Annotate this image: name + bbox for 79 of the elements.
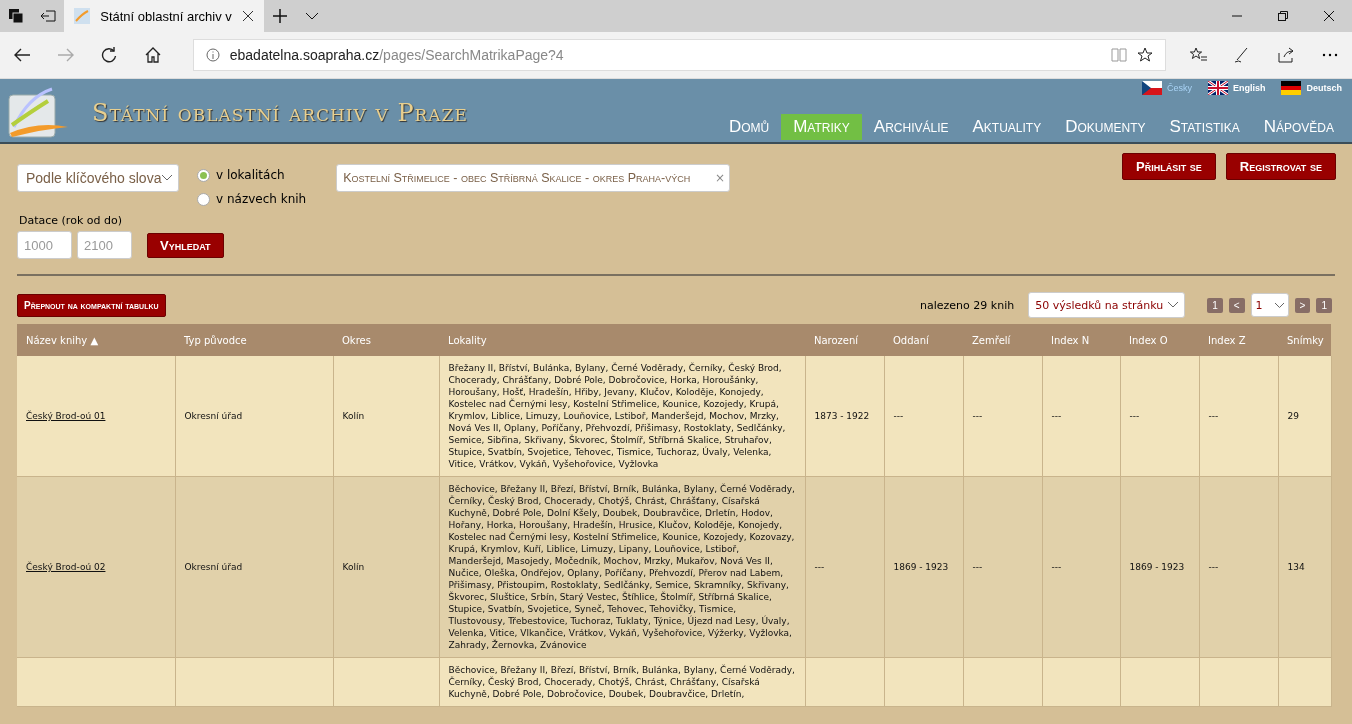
last-page-button[interactable]: 1: [1316, 297, 1332, 313]
table-cell: Běchovice, Břežany II, Březí, Bříství, Brník, Bulánka, Bylany, Černé Voděrady, Černíky, Český Brod, Chocerady, Chotýš, Chrást, Chrášťany, Císařská Kuchyně, Dobré Pole, Dobročovice, Doubek, Doubravčice, Drletín,: [448, 665, 795, 699]
scope-radio[interactable]: v názvech knih: [197, 192, 307, 206]
column-header[interactable]: Index Z: [1199, 324, 1278, 356]
table-cell: ---: [1129, 411, 1140, 421]
nav-item[interactable]: Statistika: [1157, 114, 1252, 140]
table-cell: ---: [1208, 411, 1219, 421]
table-cell: Kolín: [342, 411, 365, 421]
first-page-button[interactable]: 1: [1207, 297, 1223, 313]
nav-item[interactable]: Dokumenty: [1053, 114, 1158, 140]
browser-tab[interactable]: Státní oblastní archiv v: [64, 0, 264, 32]
compact-table-button[interactable]: Přepnout na kompaktní tabulku: [17, 293, 166, 317]
favorite-star-icon[interactable]: [1137, 47, 1153, 63]
flag-icon: [1141, 81, 1162, 95]
table-cell: Okresní úřad: [184, 411, 243, 421]
clear-icon[interactable]: ×: [715, 171, 726, 185]
radio-icon[interactable]: [197, 168, 210, 182]
table-cell: ---: [972, 411, 983, 421]
flag-icon: [1207, 81, 1228, 95]
radio-icon[interactable]: [197, 192, 210, 206]
language-link[interactable]: English: [1207, 81, 1266, 95]
table-cell: ---: [1208, 562, 1219, 572]
table-cell: 134: [1287, 562, 1305, 572]
nav-item[interactable]: Domů: [716, 114, 782, 140]
column-header[interactable]: Lokality: [439, 324, 805, 356]
info-icon[interactable]: [205, 48, 220, 62]
year-to-field[interactable]: 2100: [77, 231, 132, 259]
search-button[interactable]: Vyhledat: [147, 232, 224, 258]
column-header[interactable]: Snímky: [1278, 324, 1331, 356]
table-cell: ---: [1051, 562, 1062, 572]
table-cell: Okresní úřad: [184, 562, 243, 572]
next-page-button[interactable]: >: [1294, 297, 1311, 313]
column-header[interactable]: Index N: [1042, 324, 1120, 356]
nav-item[interactable]: Nápověda: [1251, 114, 1346, 140]
flag-icon: [1281, 81, 1302, 95]
nav-item[interactable]: Aktuality: [960, 114, 1054, 140]
column-header[interactable]: Název knihy ▲: [17, 324, 175, 356]
language-link[interactable]: Česky: [1141, 81, 1192, 95]
close-icon[interactable]: [242, 10, 254, 22]
chevron-down-icon: [162, 175, 172, 181]
table-cell: 29: [1287, 411, 1299, 421]
reading-view-icon[interactable]: [1111, 48, 1127, 62]
scope-radio[interactable]: v lokalitách: [197, 168, 307, 182]
register-button[interactable]: Registrovat se: [1225, 153, 1336, 180]
search-field[interactable]: Kostelní Střimelice - obec Stříbrná Skalice - okres Praha-vých ×: [336, 164, 731, 192]
chevron-down-icon: [1168, 302, 1179, 308]
previous-page-button[interactable]: <: [1228, 297, 1245, 313]
language-link[interactable]: Deutsch: [1281, 81, 1342, 95]
table-cell: Kolín: [342, 562, 365, 572]
table-cell: ---: [1051, 411, 1062, 421]
table-cell: ---: [814, 562, 825, 572]
year-from-field[interactable]: 1000: [17, 231, 72, 259]
table-cell: 1873 - 1922: [814, 411, 870, 421]
date-range-label: Datace (rok od do): [19, 214, 123, 227]
table-cell: 1869 - 1923: [1129, 562, 1185, 572]
column-header[interactable]: Index O: [1120, 324, 1199, 356]
page-size-dropdown[interactable]: 50 výsledků na stránku: [1028, 292, 1186, 318]
nav-item[interactable]: Matriky: [781, 114, 862, 140]
login-button[interactable]: Přihlásit se: [1122, 153, 1216, 180]
column-header[interactable]: Zemřelí: [963, 324, 1042, 356]
address-bar[interactable]: ebadatelna.soapraha.cz/pages/SearchMatrikaPage?4: [192, 39, 1166, 71]
search-mode-dropdown[interactable]: Podle klíčového slova: [17, 164, 179, 192]
table-cell: 1869 - 1923: [893, 562, 949, 572]
site-favicon-icon: [74, 8, 90, 24]
site-title: Státní oblastní archiv v Praze: [92, 99, 468, 129]
table-cell: ---: [893, 411, 904, 421]
page-dropdown[interactable]: 1: [1250, 293, 1289, 317]
table-cell: Břežany II, Bříství, Bulánka, Bylany, Černé Voděrady, Černíky, Český Brod, Chocerady, Chrášťany, Dobré Pole, Dobročovice, Horka, Horoušánky, Horoušany, Hošť, Hradešín, Hřiby, Jevany, Klučov, Koloděje, Konojedy, Kostelec nad Černými lesy, Kostelní Střimelice, Kounice, Kozojedy, Krupá, Krymlov, Liblice, Limuzy, Louňovice, Lstiboř, Manderšejd, Mochov, Mrzky, Nová Ves II, Oplany, Poříčany, Přehvozdí, Přišimasy, Rostoklaty, Sedlčánky, Semice, Sibřina, Skřivany, Škvorec, Štolmíř, Stříbrná Skalice, Struhařov, Stupice, Svatbín, Svojetice, Tehovec, Tismice, Tuchoraz, Úvaly, Velenka, Vitice, Vrátkov, Vykáň, Vyšehořovice, Vyžlovka: [448, 363, 786, 469]
book-link[interactable]: Český Brod-oú 02: [26, 562, 106, 572]
column-header[interactable]: Oddaní: [884, 324, 963, 356]
book-link[interactable]: Český Brod-oú 01: [26, 411, 106, 421]
chevron-down-icon: [1274, 302, 1284, 308]
nav-item[interactable]: Archiválie: [861, 114, 961, 140]
results-count: nalezeno 29 knih: [920, 298, 1015, 312]
column-header[interactable]: Narození: [805, 324, 884, 356]
table-cell: ---: [972, 562, 983, 572]
column-header[interactable]: Typ původce: [175, 324, 333, 356]
column-header[interactable]: Okres: [333, 324, 439, 356]
table-cell: Běchovice, Břežany II, Březí, Bříství, Brník, Bulánka, Bylany, Černé Voděrady, Černíky, Český Brod, Chocerady, Chotýš, Chrást, Chrášťany, Císařská Kuchyně, Dobré Pole, Dolní Kšely, Doubek, Doubravčice, Drletín, Hodov, Hořany, Horka, Horoušany, Hradešín, Hrusice, Klučov, Koloděje, Konojedy, Kostelec nad Černými lesy, Kostelní Střimelice, Kounice, Kozojedy, Kozovazy, Krupá, Krymlov, Kuří, Liblice, Limuzy, Lipany, Louňovice, Lstiboř, Manderšejd, Masojedy, Močedník, Mochov, Mrzky, Mukařov, Nová Ves II, Nučice, Oleška, Ondřejov, Oplany, Poříčany, Přehvozdí, Přerov nad Labem, Přišimasy, Přistoupim, Rostoklaty, Sedlčánky, Semice, Skramníky, Skřivany, Škvorec, Sluštice, Srbín, Starý Vestec, Štíhlice, Štolmíř, Stříbrná Skalice, Stupice, Svatbín, Svojetice, Syneč, Tehovec, Tehovičky, Tismice, Tlustovousy, Třebestovice, Tuchoraz, Tuklaty, Týnice, Újezd nad Lesy, Úvaly, Velenka, Vitice, Vlkančice, Vrátkov, Vykáň, Vyšehořovice, Výžerky, Vyžlovka, Zahrady, Žernovka, Zvánovice: [448, 484, 795, 650]
